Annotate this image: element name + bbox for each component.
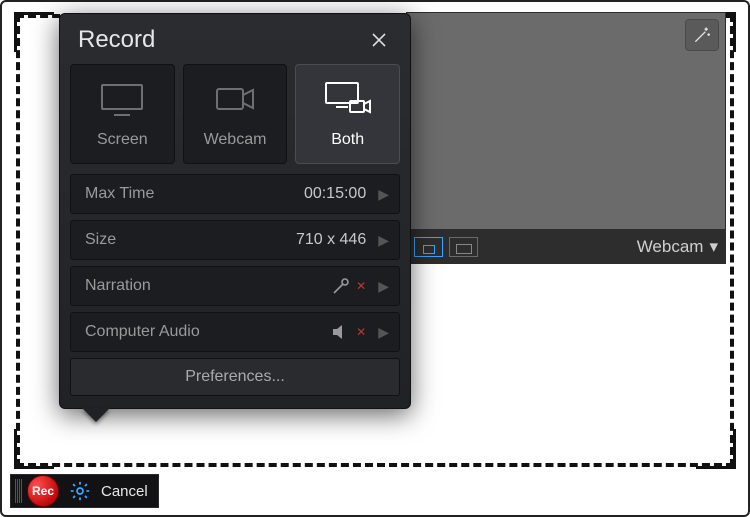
corner-handle-br[interactable] xyxy=(696,429,736,469)
disabled-x-icon: ✕ xyxy=(356,325,366,339)
mode-both-label: Both xyxy=(331,131,364,149)
mode-webcam-label: Webcam xyxy=(204,131,267,149)
max-time-value: 00:15:00 xyxy=(304,185,366,203)
preferences-label: Preferences... xyxy=(185,368,285,386)
webcam-source-dropdown[interactable]: Webcam ▾ xyxy=(637,237,718,257)
microphone-icon xyxy=(330,277,352,295)
row-computer-audio[interactable]: Computer Audio ✕ ▶ xyxy=(70,312,400,352)
mode-screen-label: Screen xyxy=(97,131,148,149)
row-narration[interactable]: Narration ✕ ▶ xyxy=(70,266,400,306)
record-button-label: Rec xyxy=(32,484,54,498)
corner-handle-bl[interactable] xyxy=(14,429,54,469)
disabled-x-icon: ✕ xyxy=(356,279,366,293)
popover-title: Record xyxy=(78,26,155,54)
record-button[interactable]: Rec xyxy=(27,475,59,507)
mode-screen[interactable]: Screen xyxy=(70,64,175,164)
webcam-source-label: Webcam xyxy=(637,237,704,257)
corner-handle-tl[interactable] xyxy=(14,12,54,52)
webcam-preview xyxy=(406,12,726,230)
camera-icon xyxy=(209,79,261,119)
mode-both[interactable]: Both xyxy=(295,64,400,164)
gear-icon xyxy=(69,480,91,502)
cancel-button[interactable]: Cancel xyxy=(101,483,148,500)
bottom-toolbar: Rec Cancel xyxy=(10,474,159,508)
preferences-button[interactable]: Preferences... xyxy=(70,358,400,396)
monitor-camera-icon xyxy=(322,79,374,119)
mode-webcam[interactable]: Webcam xyxy=(183,64,288,164)
aspect-preset-2[interactable] xyxy=(449,237,478,257)
aspect-preset-1[interactable] xyxy=(414,237,443,257)
magic-wand-icon xyxy=(692,25,712,45)
webcam-panel: Webcam ▾ xyxy=(406,12,726,264)
speaker-icon xyxy=(330,323,352,341)
chevron-right-icon: ▶ xyxy=(378,278,389,295)
size-label: Size xyxy=(85,231,116,249)
chevron-right-icon: ▶ xyxy=(378,324,389,341)
row-size[interactable]: Size 710 x 446 ▶ xyxy=(70,220,400,260)
caret-down-icon: ▾ xyxy=(709,237,718,257)
magic-wand-button[interactable] xyxy=(685,19,719,51)
record-popover: Record Screen Webcam xyxy=(59,13,411,409)
settings-button[interactable] xyxy=(67,478,93,504)
close-button[interactable] xyxy=(366,27,392,53)
chevron-right-icon: ▶ xyxy=(378,232,389,249)
monitor-icon xyxy=(96,79,148,119)
webcam-footer: Webcam ▾ xyxy=(406,230,726,264)
close-icon xyxy=(370,31,388,49)
narration-label: Narration xyxy=(85,277,151,295)
drag-handle[interactable] xyxy=(13,479,23,503)
popover-arrow xyxy=(82,408,110,422)
row-max-time[interactable]: Max Time 00:15:00 ▶ xyxy=(70,174,400,214)
size-value: 710 x 446 xyxy=(296,231,366,249)
max-time-label: Max Time xyxy=(85,185,154,203)
computer-audio-label: Computer Audio xyxy=(85,323,200,341)
chevron-right-icon: ▶ xyxy=(378,186,389,203)
